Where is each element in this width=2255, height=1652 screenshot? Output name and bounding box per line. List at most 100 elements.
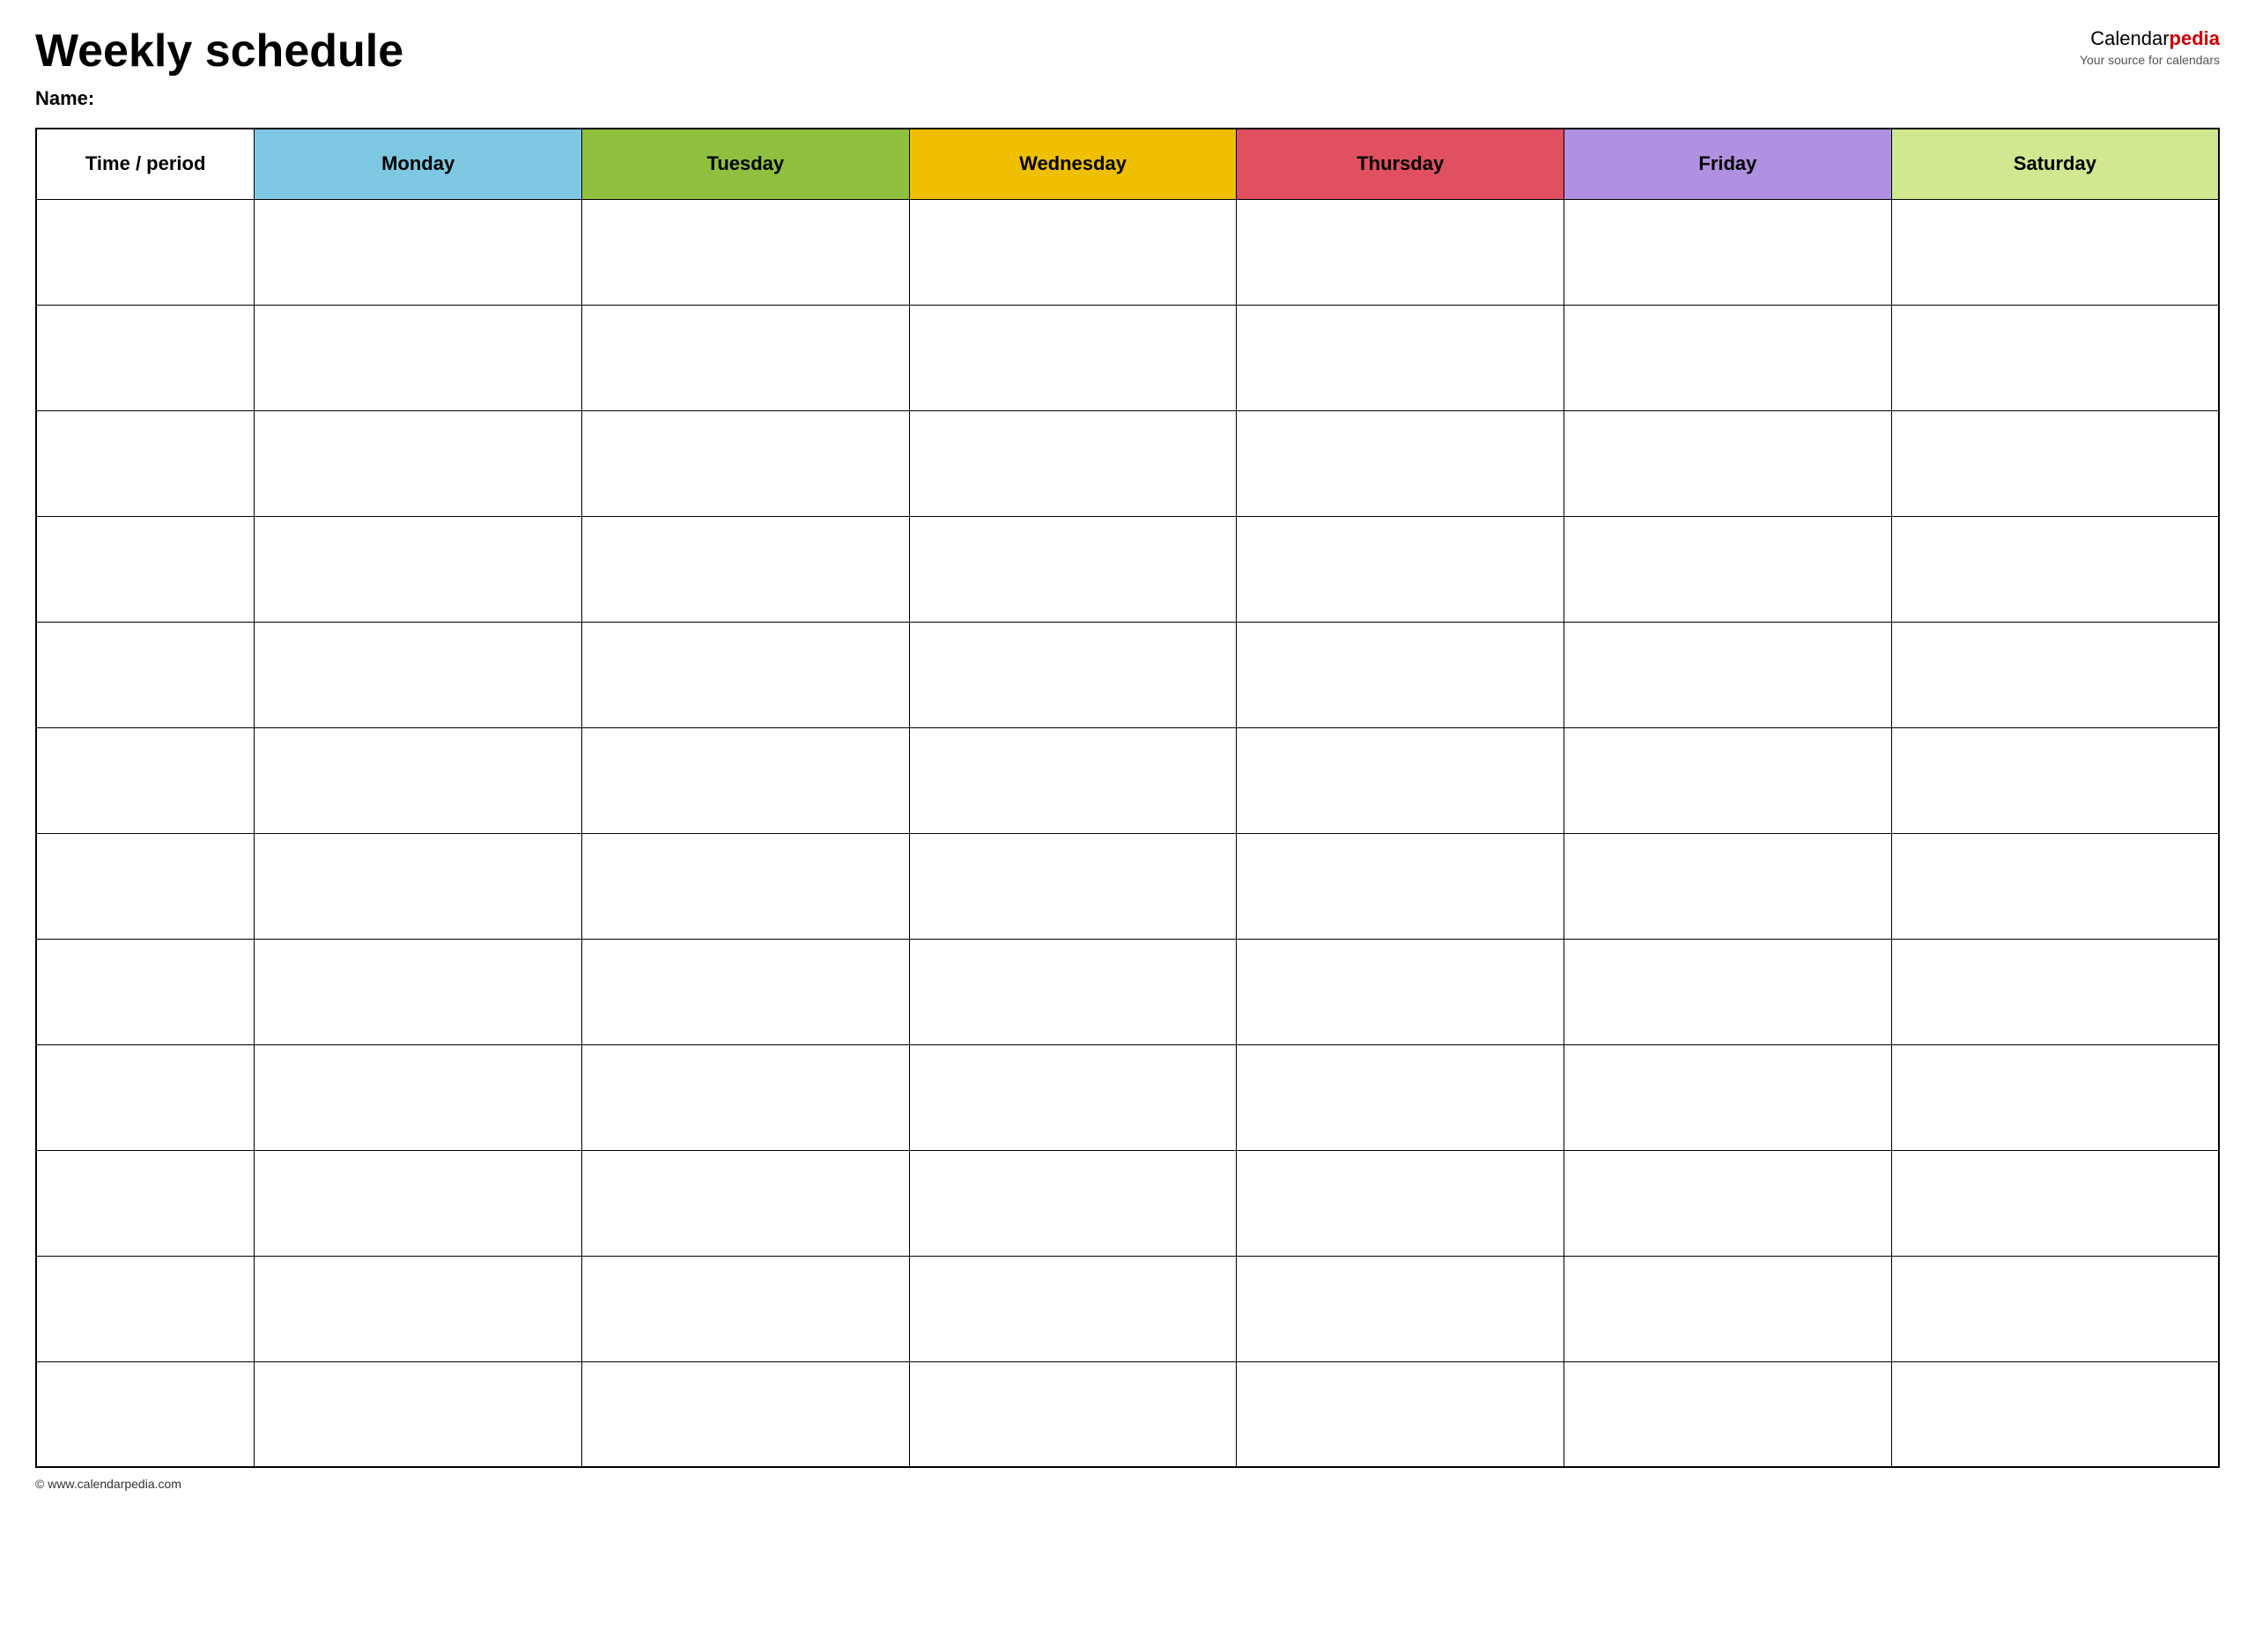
schedule-cell[interactable] — [1564, 727, 1892, 833]
schedule-cell[interactable] — [1891, 939, 2219, 1044]
schedule-cell[interactable] — [1564, 1150, 1892, 1256]
time-cell[interactable] — [36, 622, 255, 727]
time-cell[interactable] — [36, 1361, 255, 1467]
schedule-cell[interactable] — [1564, 1044, 1892, 1150]
time-cell[interactable] — [36, 410, 255, 516]
schedule-cell[interactable] — [581, 622, 909, 727]
time-cell[interactable] — [36, 516, 255, 622]
schedule-cell[interactable] — [1237, 622, 1564, 727]
schedule-cell[interactable] — [909, 305, 1237, 410]
schedule-cell[interactable] — [909, 1256, 1237, 1361]
schedule-cell[interactable] — [1891, 516, 2219, 622]
schedule-cell[interactable] — [581, 199, 909, 305]
schedule-cell[interactable] — [581, 516, 909, 622]
schedule-cell[interactable] — [1891, 305, 2219, 410]
schedule-cell[interactable] — [1237, 727, 1564, 833]
header: Weekly schedule Name: Calendarpedia Your… — [35, 26, 2220, 110]
schedule-cell[interactable] — [581, 833, 909, 939]
schedule-cell[interactable] — [1237, 199, 1564, 305]
schedule-cell[interactable] — [1891, 199, 2219, 305]
table-row — [36, 516, 2219, 622]
schedule-cell[interactable] — [255, 622, 582, 727]
schedule-cell[interactable] — [1564, 833, 1892, 939]
schedule-cell[interactable] — [581, 1150, 909, 1256]
col-header-saturday: Saturday — [1891, 129, 2219, 199]
schedule-cell[interactable] — [581, 1256, 909, 1361]
time-cell[interactable] — [36, 1256, 255, 1361]
schedule-cell[interactable] — [1237, 833, 1564, 939]
schedule-cell[interactable] — [909, 622, 1237, 727]
schedule-cell[interactable] — [1891, 1150, 2219, 1256]
schedule-cell[interactable] — [1891, 833, 2219, 939]
schedule-cell[interactable] — [1237, 1361, 1564, 1467]
title-section: Weekly schedule Name: — [35, 26, 403, 110]
logo-calendar-text: Calendar — [2090, 27, 2169, 49]
schedule-cell[interactable] — [581, 305, 909, 410]
schedule-cell[interactable] — [255, 1044, 582, 1150]
schedule-cell[interactable] — [1237, 939, 1564, 1044]
schedule-cell[interactable] — [1891, 1256, 2219, 1361]
schedule-cell[interactable] — [909, 1150, 1237, 1256]
schedule-cell[interactable] — [909, 833, 1237, 939]
schedule-table: Time / period Monday Tuesday Wednesday T… — [35, 128, 2220, 1468]
time-cell[interactable] — [36, 939, 255, 1044]
schedule-cell[interactable] — [1237, 1256, 1564, 1361]
schedule-cell[interactable] — [1891, 622, 2219, 727]
schedule-cell[interactable] — [909, 410, 1237, 516]
schedule-cell[interactable] — [1564, 622, 1892, 727]
schedule-cell[interactable] — [255, 516, 582, 622]
schedule-cell[interactable] — [581, 1361, 909, 1467]
schedule-cell[interactable] — [581, 727, 909, 833]
schedule-cell[interactable] — [909, 516, 1237, 622]
schedule-cell[interactable] — [1564, 1256, 1892, 1361]
schedule-cell[interactable] — [1237, 1044, 1564, 1150]
table-header-row: Time / period Monday Tuesday Wednesday T… — [36, 129, 2219, 199]
name-label: Name: — [35, 87, 403, 110]
schedule-cell[interactable] — [1891, 727, 2219, 833]
schedule-cell[interactable] — [255, 1256, 582, 1361]
logo: Calendarpedia — [2080, 26, 2220, 52]
schedule-cell[interactable] — [909, 727, 1237, 833]
schedule-cell[interactable] — [581, 1044, 909, 1150]
time-cell[interactable] — [36, 1150, 255, 1256]
schedule-cell[interactable] — [909, 1361, 1237, 1467]
schedule-cell[interactable] — [909, 939, 1237, 1044]
schedule-cell[interactable] — [255, 727, 582, 833]
table-row — [36, 199, 2219, 305]
footer-url: © www.calendarpedia.com — [35, 1477, 181, 1491]
schedule-cell[interactable] — [1237, 305, 1564, 410]
schedule-cell[interactable] — [1564, 516, 1892, 622]
schedule-cell[interactable] — [255, 1361, 582, 1467]
table-row — [36, 410, 2219, 516]
schedule-cell[interactable] — [255, 305, 582, 410]
time-cell[interactable] — [36, 1044, 255, 1150]
schedule-cell[interactable] — [581, 939, 909, 1044]
time-cell[interactable] — [36, 727, 255, 833]
schedule-cell[interactable] — [1891, 1044, 2219, 1150]
schedule-cell[interactable] — [909, 1044, 1237, 1150]
schedule-cell[interactable] — [1891, 410, 2219, 516]
schedule-cell[interactable] — [255, 199, 582, 305]
time-cell[interactable] — [36, 833, 255, 939]
col-header-friday: Friday — [1564, 129, 1892, 199]
schedule-cell[interactable] — [909, 199, 1237, 305]
time-cell[interactable] — [36, 305, 255, 410]
schedule-cell[interactable] — [255, 939, 582, 1044]
schedule-cell[interactable] — [581, 410, 909, 516]
schedule-cell[interactable] — [1564, 939, 1892, 1044]
schedule-cell[interactable] — [1237, 516, 1564, 622]
schedule-cell[interactable] — [1564, 410, 1892, 516]
schedule-cell[interactable] — [1237, 1150, 1564, 1256]
schedule-body — [36, 199, 2219, 1467]
schedule-cell[interactable] — [1564, 1361, 1892, 1467]
schedule-cell[interactable] — [1564, 305, 1892, 410]
schedule-cell[interactable] — [1891, 1361, 2219, 1467]
schedule-cell[interactable] — [255, 1150, 582, 1256]
table-row — [36, 939, 2219, 1044]
col-header-monday: Monday — [255, 129, 582, 199]
schedule-cell[interactable] — [1237, 410, 1564, 516]
schedule-cell[interactable] — [1564, 199, 1892, 305]
schedule-cell[interactable] — [255, 833, 582, 939]
time-cell[interactable] — [36, 199, 255, 305]
schedule-cell[interactable] — [255, 410, 582, 516]
